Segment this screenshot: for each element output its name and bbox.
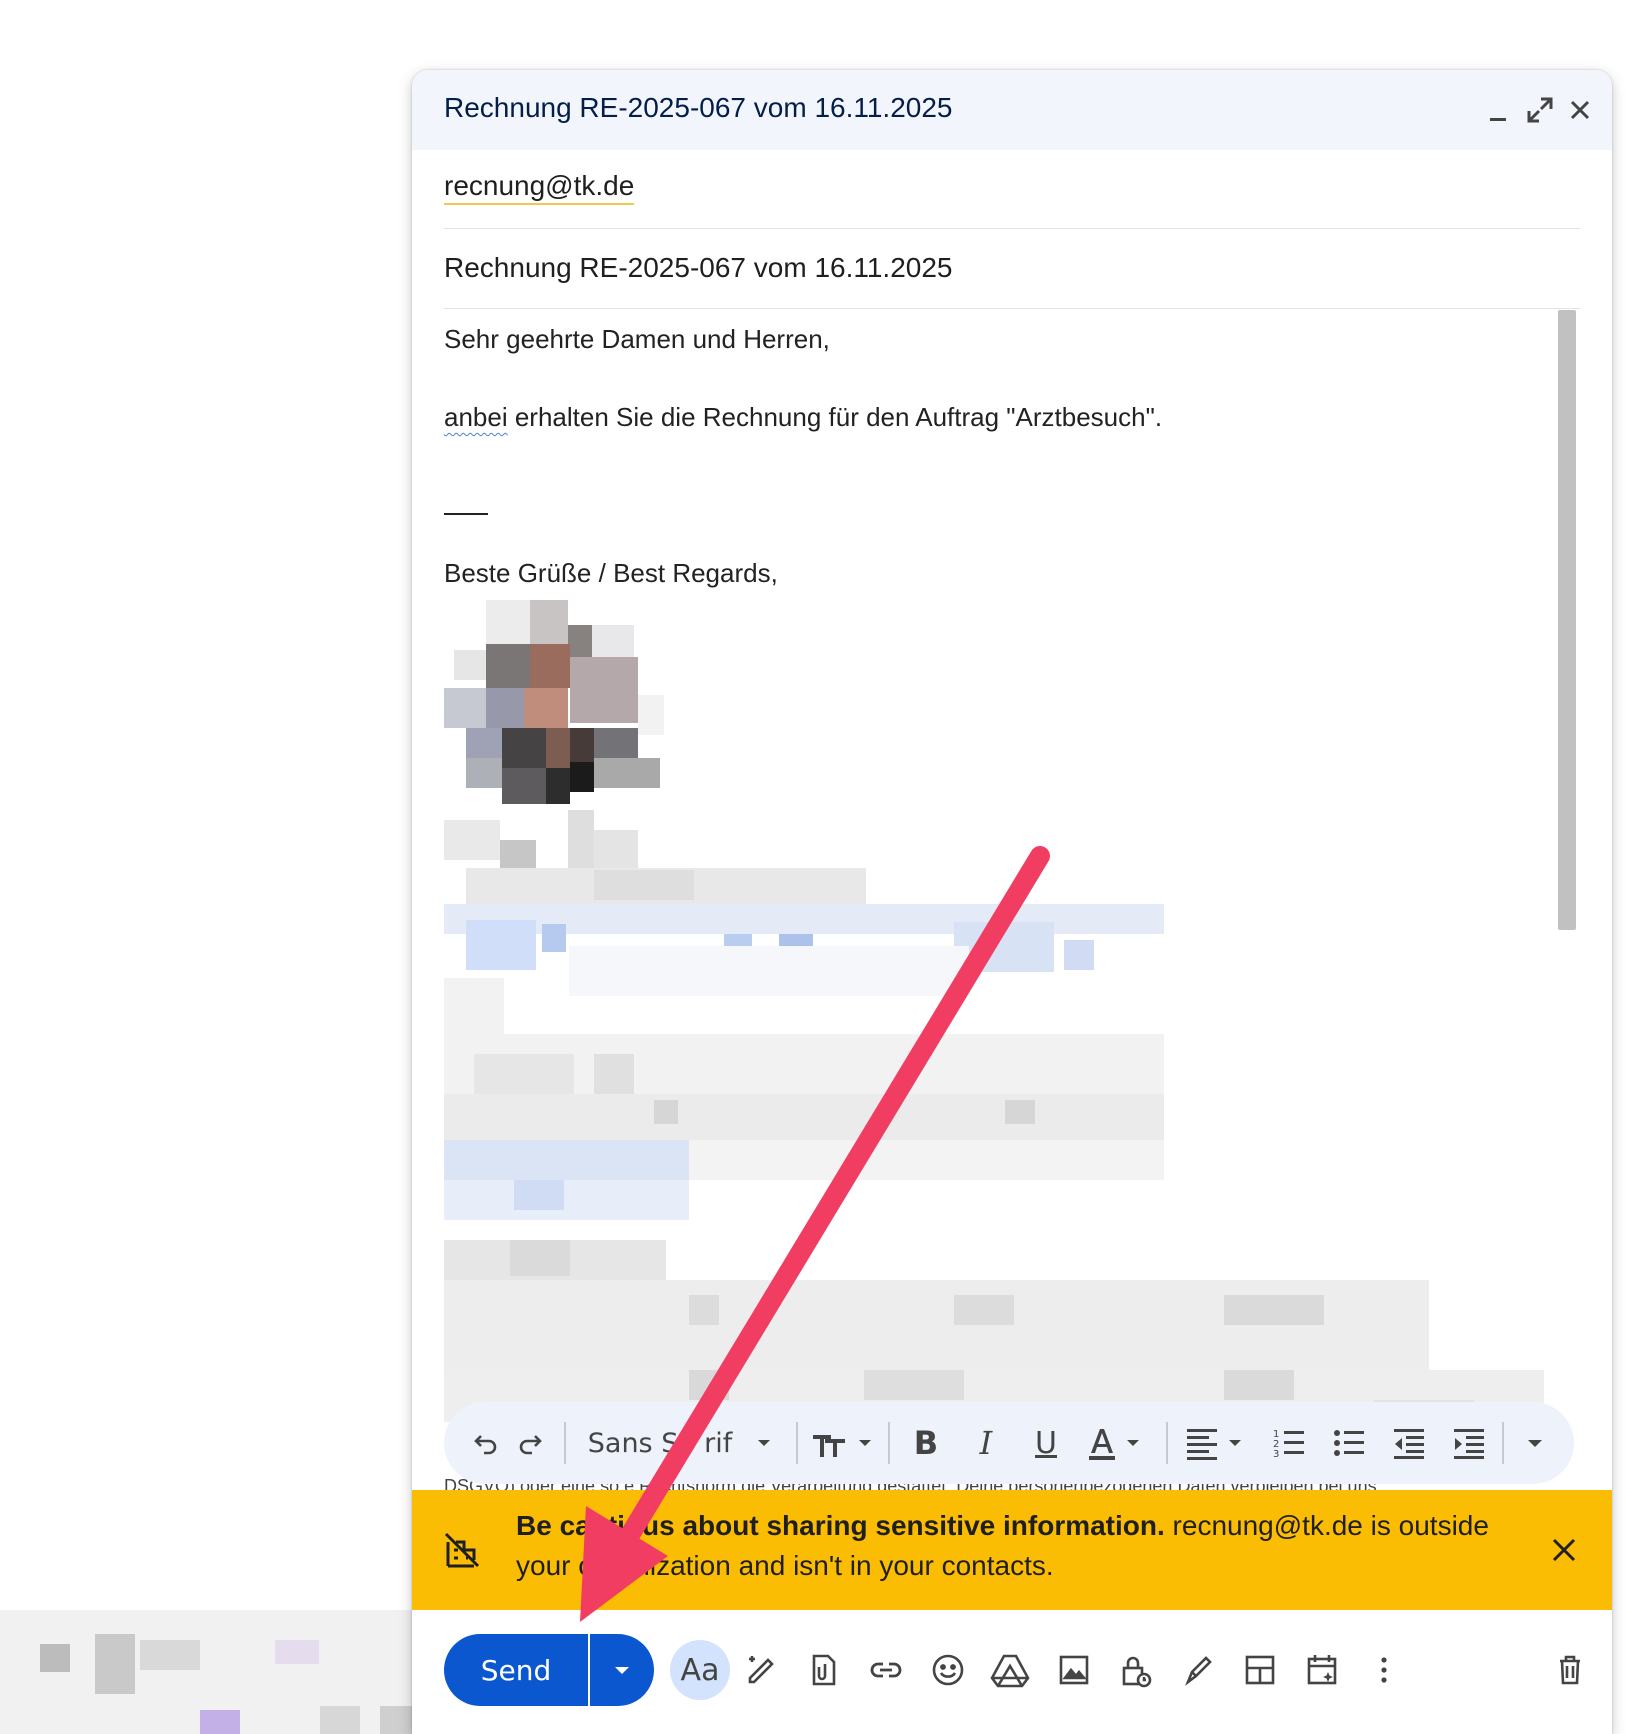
recipient-chip[interactable]: recnung@tk.de <box>444 170 635 205</box>
external-recipient-warning: Be cautious about sharing sensitive info… <box>412 1490 1612 1610</box>
text-color-dropdown[interactable] <box>1078 1402 1158 1484</box>
align-left-icon <box>1187 1429 1241 1460</box>
text-color-icon <box>1089 1429 1139 1460</box>
google-drive-icon[interactable] <box>988 1648 1032 1692</box>
signature-separator <box>444 513 488 515</box>
layout-template-icon[interactable] <box>1238 1648 1282 1692</box>
toolbar-separator <box>564 1422 566 1464</box>
send-button[interactable]: Send <box>444 1634 588 1706</box>
fullscreen-icon[interactable] <box>1520 90 1560 130</box>
bold-icon[interactable]: B <box>898 1402 954 1484</box>
body-greeting: Sehr geehrte Damen und Herren, <box>444 324 830 354</box>
attach-file-icon[interactable] <box>802 1648 846 1692</box>
chevron-down-icon <box>758 1440 771 1446</box>
font-family-label: Sans S rif <box>587 1427 733 1459</box>
body-line-text: erhalten Sie die Rechnung für den Auftra… <box>507 402 1163 432</box>
font-family-dropdown[interactable]: Sans S rif <box>582 1402 782 1484</box>
insert-link-icon[interactable] <box>864 1648 908 1692</box>
redo-icon[interactable] <box>508 1402 552 1484</box>
compose-title-bar: Rechnung RE-2025-067 vom 16.11.2025 <box>412 70 1612 150</box>
more-options-icon[interactable] <box>1362 1648 1406 1692</box>
recipients-field[interactable]: recnung@tk.de <box>444 150 1580 229</box>
emoji-icon[interactable] <box>926 1648 970 1692</box>
schedule-event-icon[interactable] <box>1300 1648 1344 1692</box>
ai-writing-icon[interactable] <box>740 1648 784 1692</box>
confidential-mode-icon[interactable] <box>1114 1648 1158 1692</box>
signature-icon[interactable] <box>1176 1648 1220 1692</box>
subject-input[interactable]: Rechnung RE-2025-067 vom 16.11.2025 <box>444 252 953 284</box>
indent-less-icon[interactable] <box>1384 1402 1434 1484</box>
indent-more-icon[interactable] <box>1444 1402 1494 1484</box>
italic-icon[interactable]: I <box>958 1402 1014 1484</box>
toolbar-separator <box>888 1422 890 1464</box>
compose-title: Rechnung RE-2025-067 vom 16.11.2025 <box>444 92 953 123</box>
formatting-toolbar: Sans S rif B I U 123 <box>444 1402 1574 1484</box>
discard-draft-icon[interactable] <box>1548 1648 1592 1692</box>
undo-icon[interactable] <box>464 1402 508 1484</box>
schedule-send-dropdown[interactable] <box>590 1634 654 1706</box>
body-line: anbei erhalten Sie die Rechnung für den … <box>444 397 1162 437</box>
text-size-icon <box>813 1435 871 1457</box>
more-formatting-icon[interactable] <box>1510 1402 1560 1484</box>
formatting-options-button[interactable]: Aa <box>670 1640 730 1700</box>
font-size-dropdown[interactable] <box>806 1402 882 1484</box>
svg-text:3: 3 <box>1273 1449 1279 1460</box>
body-scrollbar[interactable] <box>1558 310 1576 930</box>
message-body[interactable]: Sehr geehrte Damen und Herren, anbei erh… <box>444 310 1564 1460</box>
compose-window: Rechnung RE-2025-067 vom 16.11.2025 recn… <box>412 70 1612 1734</box>
numbered-list-icon[interactable]: 123 <box>1264 1402 1314 1484</box>
bulleted-list-icon[interactable] <box>1324 1402 1374 1484</box>
domain-disabled-icon <box>442 1530 482 1575</box>
warning-message: Be cautious about sharing sensitive info… <box>516 1506 1516 1586</box>
warning-title: Be cautious about sharing sensitive info… <box>516 1510 1165 1541</box>
toolbar-separator <box>1166 1422 1168 1464</box>
underline-icon[interactable]: U <box>1018 1402 1074 1484</box>
chevron-down-icon <box>615 1667 629 1674</box>
misspelled-word[interactable]: anbei <box>444 402 508 432</box>
subject-field[interactable]: Rechnung RE-2025-067 vom 16.11.2025 <box>444 230 1580 309</box>
close-icon[interactable] <box>1560 90 1600 130</box>
align-dropdown[interactable] <box>1176 1402 1256 1484</box>
insert-photo-icon[interactable] <box>1052 1648 1096 1692</box>
dismiss-warning-icon[interactable] <box>1544 1530 1584 1570</box>
toolbar-separator <box>1502 1422 1504 1464</box>
toolbar-separator <box>796 1422 798 1464</box>
minimize-icon[interactable] <box>1480 90 1520 130</box>
body-closing: Beste Grüße / Best Regards, <box>444 558 778 588</box>
